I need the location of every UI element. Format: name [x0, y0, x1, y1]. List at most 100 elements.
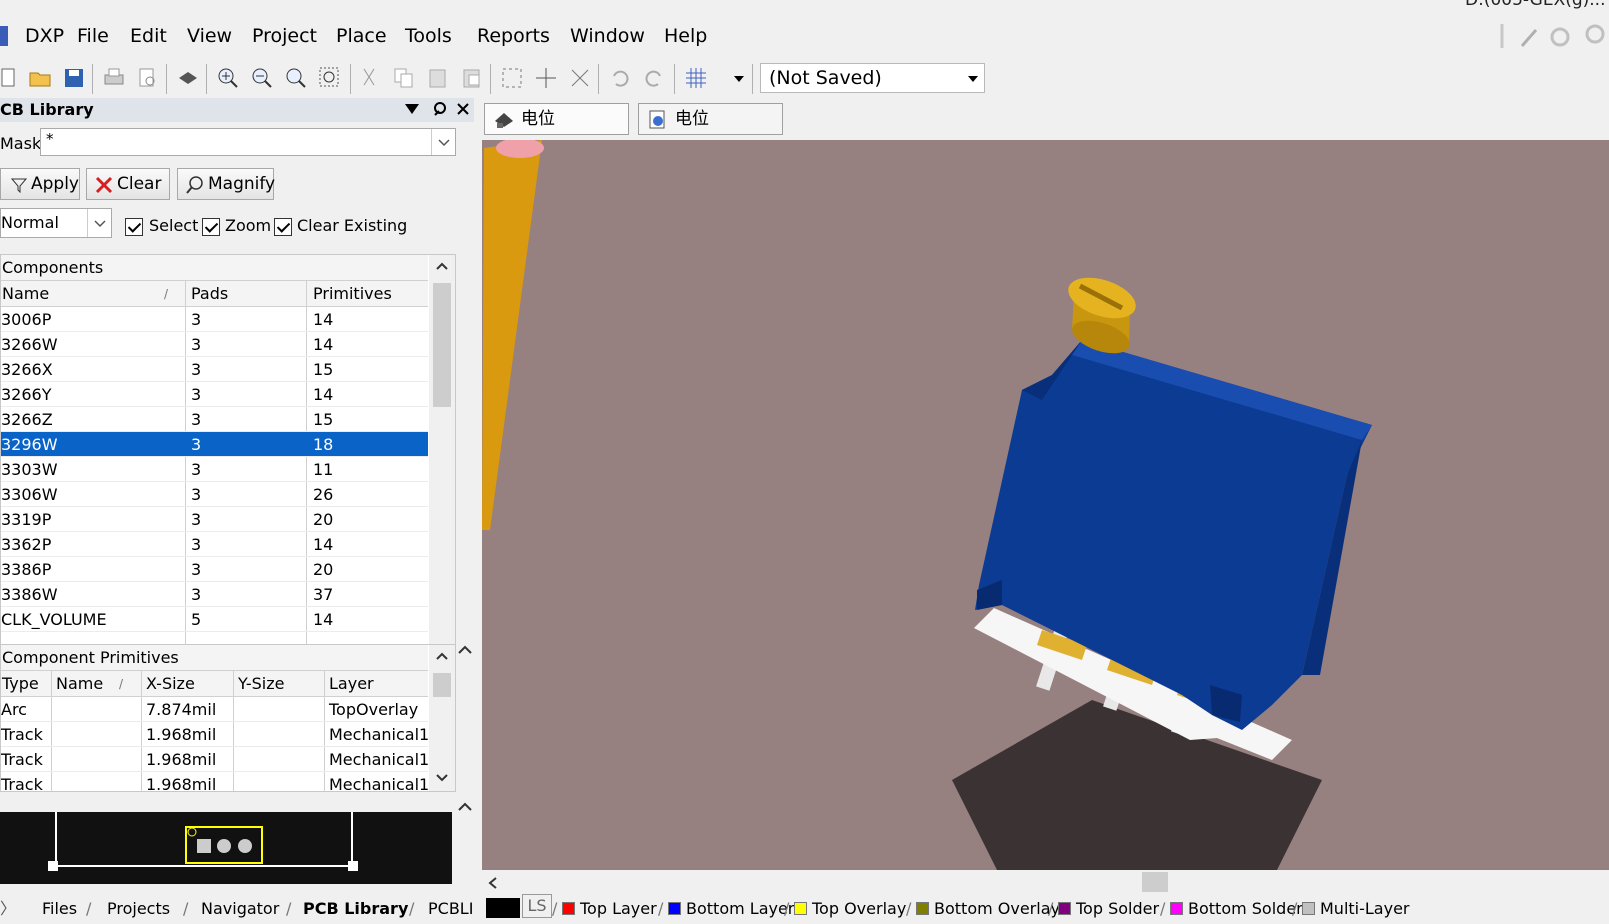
scroll-thumb[interactable] [433, 673, 451, 697]
menu-dxp[interactable]: DXP [25, 24, 64, 48]
apply-button[interactable]: Apply [0, 168, 80, 200]
layer-set-button[interactable]: LS [522, 894, 552, 918]
select-checkbox[interactable] [125, 218, 143, 236]
table-row[interactable]: 3006P 3 14 [1, 307, 428, 332]
menu-project[interactable]: Project [252, 24, 317, 48]
menu-place[interactable]: Place [336, 24, 387, 48]
close-icon[interactable] [456, 102, 470, 116]
layer-color-swatch [1302, 902, 1315, 915]
menu-window[interactable]: Window [570, 24, 645, 48]
menu-edit[interactable]: Edit [130, 24, 167, 48]
table-row[interactable]: 3306W 3 26 [1, 482, 428, 507]
tab-projects[interactable]: Projects [107, 894, 170, 924]
new-document-icon[interactable] [0, 66, 24, 90]
cut-icon[interactable] [358, 66, 382, 90]
mode-select[interactable]: Normal [0, 208, 112, 238]
column-pads[interactable]: Pads [191, 281, 228, 307]
magnify-button[interactable]: Magnify [177, 168, 275, 200]
grid-dropdown-icon[interactable] [734, 76, 744, 82]
tab-pcb-library[interactable]: PCB Library [303, 894, 408, 924]
menu-file[interactable]: File [77, 24, 109, 48]
table-row[interactable]: 3362P 3 14 [1, 532, 428, 557]
select-area-icon[interactable] [500, 66, 524, 90]
scroll-thumb[interactable] [1142, 872, 1168, 892]
clear-existing-checkbox[interactable] [274, 218, 292, 236]
tab-document-pcblib[interactable]: 电位器.PcbLib [638, 103, 783, 159]
table-row[interactable]: CLK_VOLUME 5 14 [1, 607, 428, 632]
chevron-down-icon [968, 76, 978, 82]
layer-tab-top-overlay[interactable]: Top Overlay [812, 894, 906, 918]
copy-icon[interactable] [392, 66, 416, 90]
tab-divider: / [906, 899, 912, 918]
layer-tab-multi-layer[interactable]: Multi-Layer [1320, 894, 1410, 918]
mask-dropdown[interactable] [431, 129, 455, 155]
menu-view[interactable]: View [187, 24, 232, 48]
tab-navigator[interactable]: Navigator [201, 894, 279, 924]
splitter-up-icon[interactable] [457, 643, 473, 655]
current-layer-color[interactable] [486, 898, 520, 918]
column-name[interactable]: Name [2, 281, 49, 307]
deselect-icon[interactable] [568, 66, 592, 90]
scroll-down-icon[interactable] [435, 773, 449, 783]
open-folder-icon[interactable] [28, 66, 52, 90]
zoom-fit-icon[interactable] [284, 66, 308, 90]
footprint-preview[interactable] [0, 812, 452, 884]
3d-view-icon[interactable] [176, 66, 200, 90]
menu-help[interactable]: Help [664, 24, 707, 48]
layer-tab-bottom-solder[interactable]: Bottom Solder [1188, 894, 1303, 918]
table-cell: 3 [191, 560, 202, 579]
table-row[interactable]: Arc 7.874mil TopOverlay [1, 697, 428, 722]
grid-icon[interactable] [684, 66, 708, 90]
menu-tools[interactable]: Tools [405, 24, 452, 48]
document-state-select[interactable]: (Not Saved) [760, 63, 985, 93]
menu-reports[interactable]: Reports [477, 24, 550, 48]
horizontal-scrollbar[interactable] [482, 870, 1609, 894]
print-preview-icon[interactable] [136, 66, 160, 90]
table-row[interactable]: 3266Z 3 15 [1, 407, 428, 432]
scroll-left-icon[interactable] [488, 876, 498, 890]
paste-icon[interactable] [426, 66, 450, 90]
layer-tab-bottom-layer[interactable]: Bottom Layer [686, 894, 794, 918]
table-row[interactable]: Track 1.968mil Mechanical15 [1, 722, 428, 747]
tab-document-pcblib-active[interactable]: 电位器.PcbLib [484, 103, 629, 159]
layer-tab-top-solder[interactable]: Top Solder [1076, 894, 1159, 918]
table-row[interactable]: Track 1.968mil Mechanical15 [1, 772, 428, 791]
scroll-up-icon[interactable] [457, 800, 473, 812]
pcb-3d-view[interactable] [482, 140, 1609, 870]
undo-icon[interactable] [608, 66, 632, 90]
table-cell: 26 [313, 485, 334, 504]
tab-files[interactable]: Files [42, 894, 77, 924]
clear-button[interactable]: Clear [86, 168, 170, 200]
scroll-up-icon[interactable] [435, 261, 449, 271]
table-row[interactable]: 3386W 3 37 [1, 582, 428, 607]
column-primitives[interactable]: Primitives [313, 281, 392, 307]
panel-menu-icon[interactable] [405, 104, 419, 114]
zoom-out-icon[interactable] [250, 66, 274, 90]
move-icon[interactable] [534, 66, 558, 90]
table-row[interactable]: 3266W 3 14 [1, 332, 428, 357]
primitives-scrollbar[interactable] [429, 645, 455, 791]
table-row[interactable]: 3296W 3 18 [1, 432, 428, 457]
table-row[interactable]: 3319P 3 20 [1, 507, 428, 532]
table-row[interactable]: Track 1.968mil Mechanical15 [1, 747, 428, 772]
table-row[interactable]: 3303W 3 11 [1, 457, 428, 482]
rubber-stamp-icon[interactable] [460, 66, 484, 90]
tab-pcblib[interactable]: PCBLI [428, 894, 473, 924]
table-cell: Mechanical15 [329, 750, 428, 769]
zoom-checkbox[interactable] [202, 218, 220, 236]
scroll-up-icon[interactable] [435, 651, 449, 661]
print-icon[interactable] [102, 66, 126, 90]
pin-icon[interactable] [432, 101, 448, 117]
layer-tab-bottom-overlay[interactable]: Bottom Overlay [934, 894, 1060, 918]
mask-input[interactable]: * [40, 128, 456, 156]
redo-icon[interactable] [642, 66, 666, 90]
save-icon[interactable] [62, 66, 86, 90]
zoom-in-icon[interactable] [216, 66, 240, 90]
select-label: Select [149, 216, 199, 235]
layer-tab-top-layer[interactable]: Top Layer [580, 894, 657, 918]
table-row[interactable]: 3266X 3 15 [1, 357, 428, 382]
scroll-thumb[interactable] [433, 283, 451, 407]
zoom-area-icon[interactable] [318, 66, 342, 90]
table-row[interactable]: 3266Y 3 14 [1, 382, 428, 407]
table-row[interactable]: 3386P 3 20 [1, 557, 428, 582]
